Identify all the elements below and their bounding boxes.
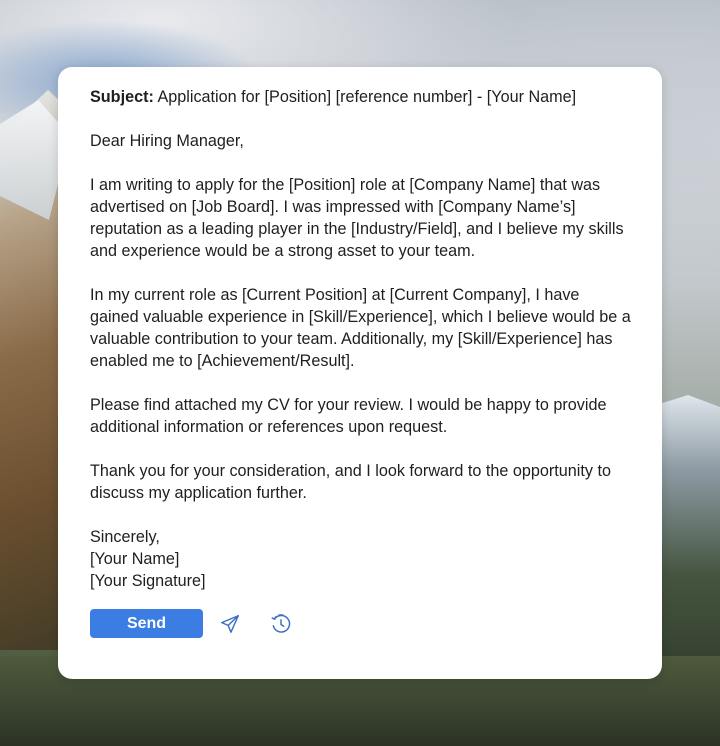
subject-label: Subject: xyxy=(90,88,154,106)
subject-text: Application for [Position] [reference nu… xyxy=(153,88,577,106)
clock-schedule-icon[interactable] xyxy=(268,611,294,637)
greeting: Dear Hiring Manager, xyxy=(90,132,244,150)
send-button[interactable]: Send xyxy=(90,609,203,638)
paper-plane-icon[interactable] xyxy=(217,611,243,637)
closing: Sincerely, xyxy=(90,528,160,546)
email-compose-card: Subject: Application for [Position] [ref… xyxy=(58,67,662,679)
subject-line[interactable]: Subject: Application for [Position] [ref… xyxy=(90,86,632,108)
signoff-block: Sincerely, [Your Name] [Your Signature] xyxy=(90,526,632,592)
body-paragraph-4: Thank you for your consideration, and I … xyxy=(90,462,611,502)
body-paragraph-2: In my current role as [Current Position]… xyxy=(90,286,631,370)
body-paragraph-3: Please find attached my CV for your revi… xyxy=(90,396,607,436)
action-bar: Send xyxy=(90,609,632,638)
email-body[interactable]: Dear Hiring Manager, I am writing to app… xyxy=(90,130,632,592)
body-paragraph-1: I am writing to apply for the [Position]… xyxy=(90,176,624,260)
name-line: [Your Name] xyxy=(90,550,180,568)
signature-line: [Your Signature] xyxy=(90,572,206,590)
